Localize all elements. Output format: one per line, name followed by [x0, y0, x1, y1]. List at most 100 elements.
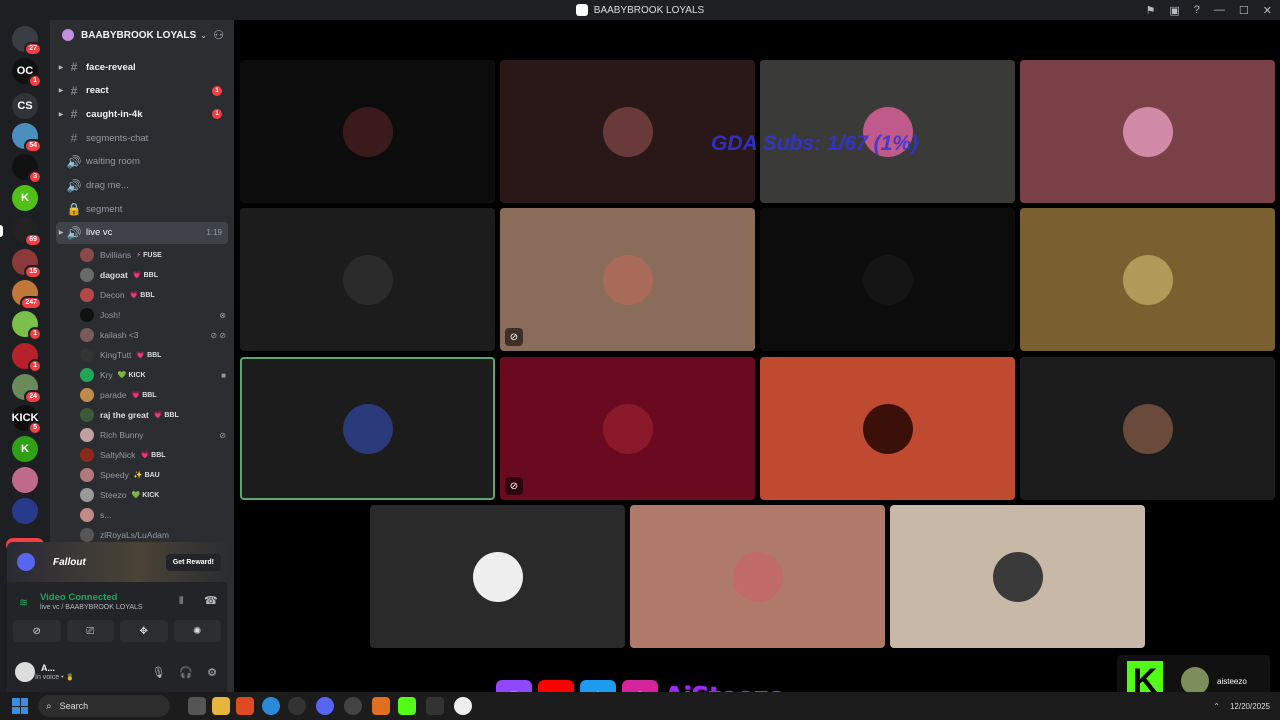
- disconnect-icon[interactable]: ☎: [204, 594, 218, 607]
- brave-browser-icon[interactable]: [236, 697, 254, 715]
- channel-type-icon: #: [70, 107, 78, 122]
- video-tile[interactable]: [240, 208, 495, 351]
- promo-banner[interactable]: Fallout Get Reward!: [7, 542, 227, 582]
- server-icon[interactable]: KICK 5: [12, 405, 42, 435]
- noise-suppression-icon[interactable]: ⦀: [179, 596, 183, 607]
- channel-item[interactable]: ▶ # caught-in-4k 1: [56, 103, 228, 125]
- voice-user[interactable]: Kry 💚 KICK ■: [80, 366, 226, 384]
- server-icon[interactable]: 27: [12, 26, 42, 56]
- maximize-button[interactable]: ☐: [1239, 4, 1249, 17]
- voice-user[interactable]: kailash <3 ⊘ ⊘: [80, 326, 226, 344]
- server-icon[interactable]: [12, 467, 38, 493]
- 4k-app-icon[interactable]: [288, 697, 306, 715]
- tag-icon: 💚: [117, 372, 127, 379]
- voice-user[interactable]: SaltyNick 💗 BBL: [80, 446, 226, 464]
- soundboard-button[interactable]: ✺: [173, 620, 221, 642]
- video-tile[interactable]: [240, 357, 495, 500]
- avatar[interactable]: [15, 662, 35, 682]
- invite-user-icon[interactable]: ⚇: [213, 28, 224, 42]
- mention-count-badge: 27: [24, 42, 42, 56]
- close-button[interactable]: ✕: [1263, 4, 1272, 17]
- video-tile[interactable]: [1020, 357, 1275, 500]
- voice-user[interactable]: Bvillians ⚡ FUSE: [80, 246, 226, 264]
- voice-user[interactable]: Speedy ✨ BAU: [80, 466, 226, 484]
- task-view-icon[interactable]: [188, 697, 206, 715]
- edge-browser-icon[interactable]: [262, 697, 280, 715]
- server-icon[interactable]: 1: [12, 311, 42, 341]
- minimize-button[interactable]: —: [1214, 4, 1225, 16]
- inbox-icon[interactable]: ⚑: [1146, 4, 1156, 17]
- channel-item[interactable]: # segments-chat: [56, 127, 228, 149]
- video-tile[interactable]: [370, 505, 625, 648]
- share-screen-button[interactable]: ⎚: [66, 620, 114, 642]
- channel-item[interactable]: ▶ # face-reveal: [56, 56, 228, 78]
- tag-label: KICK: [128, 372, 146, 379]
- video-tile[interactable]: ⊘: [500, 357, 755, 500]
- channel-item[interactable]: 🔊 waiting room: [56, 151, 228, 173]
- kick-taskbar-icon[interactable]: [398, 697, 416, 715]
- video-tile[interactable]: ⊘: [500, 208, 755, 351]
- fl-studio-icon[interactable]: [372, 697, 390, 715]
- signal-icon[interactable]: ≋: [19, 596, 28, 609]
- channel-item[interactable]: ▶ 🔊 live vc 1:19: [56, 221, 228, 244]
- server-icon[interactable]: 247: [12, 280, 42, 310]
- server-icon[interactable]: 3: [12, 154, 42, 184]
- server-icon[interactable]: 54: [12, 123, 42, 153]
- voice-user[interactable]: KingTutt 💗 BBL: [80, 346, 226, 364]
- server-icon[interactable]: 1: [12, 343, 42, 373]
- video-tile[interactable]: [240, 60, 495, 203]
- channel-item[interactable]: ▶ # react 1: [56, 80, 228, 102]
- voice-user[interactable]: Decon 💗 BBL: [80, 286, 226, 304]
- channel-label: segments-chat: [86, 132, 149, 144]
- video-tile[interactable]: [1020, 60, 1275, 203]
- file-explorer-icon[interactable]: [212, 697, 230, 715]
- video-tile[interactable]: [890, 505, 1145, 648]
- avatar: [862, 403, 913, 454]
- video-tile[interactable]: [1020, 208, 1275, 351]
- guild-header[interactable]: BAABYBROOK LOYALS ⌄ ⚇: [50, 20, 234, 50]
- settings-gear-icon[interactable]: ⚙: [207, 666, 217, 679]
- tray-date[interactable]: 12/20/2025: [1230, 702, 1270, 711]
- obs-icon[interactable]: [344, 697, 362, 715]
- voice-location[interactable]: live vc / BAABYBROOK LOYALS: [40, 604, 143, 611]
- tag-label: BBL: [143, 272, 158, 279]
- windows-start-icon[interactable]: [12, 698, 28, 714]
- avatar: [602, 254, 653, 305]
- user-tag: ✨ BAU: [134, 471, 160, 479]
- video-tile[interactable]: [760, 357, 1015, 500]
- screen-icon[interactable]: ▣: [1169, 4, 1179, 17]
- voice-user[interactable]: s...: [80, 506, 226, 524]
- video-tile[interactable]: [760, 208, 1015, 351]
- voice-user[interactable]: parade 💗 BBL: [80, 386, 226, 404]
- mention-count-badge: 1: [28, 359, 42, 373]
- server-icon[interactable]: [12, 498, 38, 524]
- server-icon[interactable]: CS: [12, 93, 38, 119]
- voice-user[interactable]: Rich Bunny ⊘: [80, 426, 226, 444]
- tag-icon: ✨: [133, 472, 143, 479]
- terminal-icon[interactable]: [426, 697, 444, 715]
- server-icon[interactable]: K: [12, 436, 38, 462]
- get-reward-button[interactable]: Get Reward!: [165, 553, 221, 571]
- headphones-icon[interactable]: 🎧: [179, 666, 193, 679]
- server-icon[interactable]: 15: [12, 249, 42, 279]
- help-icon[interactable]: ?: [1194, 4, 1200, 16]
- activities-button[interactable]: ✥: [120, 620, 168, 642]
- microphone-icon[interactable]: 🎙: [151, 666, 165, 679]
- voice-user-name: Bvillians: [100, 250, 132, 260]
- voice-user[interactable]: Steezo 💚 KICK: [80, 486, 226, 504]
- chevron-up-icon[interactable]: ⌃: [1213, 702, 1220, 711]
- video-tile[interactable]: [630, 505, 885, 648]
- taskbar-search[interactable]: ⌕ Search: [38, 695, 170, 717]
- channel-item[interactable]: 🔊 drag me...: [56, 175, 228, 197]
- server-icon[interactable]: 24: [12, 374, 42, 404]
- camera-off-button[interactable]: ⊘: [13, 620, 61, 642]
- channel-item[interactable]: 🔒 segment: [56, 198, 228, 220]
- github-icon[interactable]: [454, 697, 472, 715]
- server-icon[interactable]: K: [12, 185, 38, 211]
- voice-user[interactable]: Josh! ⊗: [80, 306, 226, 324]
- server-icon[interactable]: 69: [12, 217, 42, 247]
- server-icon[interactable]: OC 1: [12, 58, 42, 88]
- voice-user[interactable]: raj the great 💗 BBL: [80, 406, 226, 424]
- discord-taskbar-icon[interactable]: [316, 697, 334, 715]
- voice-user[interactable]: dagoat 💗 BBL: [80, 266, 226, 284]
